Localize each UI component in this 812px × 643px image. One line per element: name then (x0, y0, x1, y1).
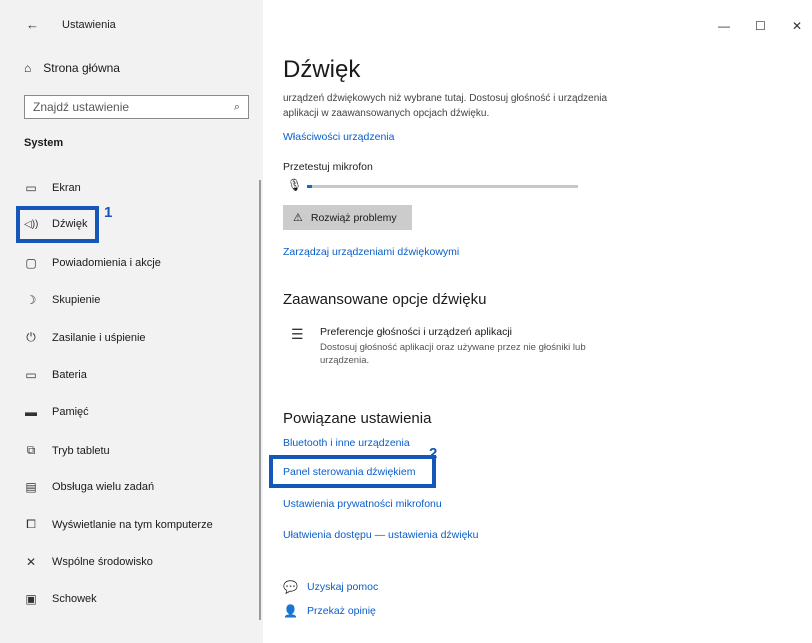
sidebar-item-shared-experiences[interactable]: ✕ Wspólne środowisko (24, 555, 153, 569)
microphone-icon: 🎙 (287, 178, 303, 192)
get-help-link[interactable]: Uzyskaj pomoc (307, 581, 378, 593)
sidebar-item-label: Obsługa wielu zadań (52, 481, 155, 493)
related-settings-heading: Powiązane ustawienia (283, 410, 432, 427)
moon-icon: ☽ (25, 293, 37, 307)
sidebar-item-tablet[interactable]: ⧉ Tryb tabletu (24, 443, 110, 458)
accessibility-sound-link[interactable]: Ułatwienia dostępu — ustawienia dźwięku (283, 529, 479, 541)
page-title: Dźwięk (283, 56, 361, 83)
back-arrow-icon[interactable]: ← (26, 17, 39, 32)
search-icon: ⌕ (233, 100, 240, 113)
projecting-icon: ⧠ (26, 517, 36, 531)
home-label: Strona główna (43, 61, 120, 75)
sidebar-item-label: Tryb tabletu (52, 444, 110, 457)
manage-devices-link[interactable]: Zarządzaj urządzeniami dźwiękowymi (283, 246, 459, 258)
troubleshoot-label: Rozwiąż problemy (310, 211, 397, 224)
advanced-heading: Zaawansowane opcje dźwięku (283, 291, 487, 308)
power-icon: ⏻ (26, 330, 36, 344)
mic-level-fill (307, 185, 312, 188)
app-preferences-description: Dostosuj głośność aplikacji oraz używane… (320, 342, 586, 366)
mic-privacy-link[interactable]: Ustawienia prywatności mikrofonu (283, 498, 442, 510)
window-title: Ustawienia (62, 19, 116, 31)
sidebar-item-label: Bateria (52, 369, 87, 381)
sidebar-item-label: Schowek (52, 593, 97, 605)
mixer-icon[interactable]: ☰ (291, 326, 304, 343)
sidebar-item-display[interactable]: ▭ Ekran (24, 181, 81, 195)
page-description: urządzeń dźwiękowych niż wybrane tutaj. … (283, 93, 608, 119)
callout-number-2: 2 (429, 445, 438, 462)
sidebar-item-storage[interactable]: ▬ Pamięć (24, 405, 89, 419)
device-properties-link[interactable]: Właściwości urządzenia (283, 131, 394, 143)
sidebar-item-label: Powiadomienia i akcje (52, 257, 161, 269)
help-icon: 💬 (283, 580, 298, 594)
sidebar-item-power[interactable]: ⏻ Zasilanie i uśpienie (24, 330, 146, 345)
battery-icon: ▭ (25, 368, 37, 382)
mic-test-label: Przetestuj mikrofon (283, 161, 373, 173)
sidebar-item-label: Wyświetlanie na tym komputerze (52, 518, 213, 531)
sidebar-item-label: Ekran (52, 182, 81, 194)
callout-number-1: 1 (104, 204, 113, 221)
sidebar-item-label: Wspólne środowisko (52, 556, 153, 568)
highlight-box-1 (16, 206, 99, 243)
sidebar-item-label: Zasilanie i uśpienie (52, 331, 146, 344)
main-content: — ☐ ✕ Dźwięk urządzeń dźwiękowych niż wy… (263, 0, 812, 643)
highlight-box-2 (269, 455, 436, 488)
bluetooth-link[interactable]: Bluetooth i inne urządzenia (283, 437, 410, 449)
home-icon: ⌂ (24, 61, 32, 75)
clipboard-icon: ▣ (25, 592, 37, 606)
warning-icon: ⚠ (293, 212, 303, 224)
sidebar-item-multitasking[interactable]: ▤ Obsługa wielu zadań (24, 480, 154, 494)
mic-level-bar (307, 185, 578, 188)
sidebar-item-clipboard[interactable]: ▣ Schowek (24, 592, 97, 606)
multitask-icon: ▤ (25, 480, 37, 494)
sidebar-item-label: Skupienie (52, 294, 101, 306)
maximize-icon[interactable]: ☐ (755, 19, 766, 33)
sidebar-item-focus[interactable]: ☽ Skupienie (24, 293, 101, 307)
notification-icon: ▢ (25, 256, 37, 270)
monitor-icon: ▭ (25, 181, 37, 195)
sidebar: ← Ustawienia ⌂ Strona główna Znajdź usta… (0, 0, 263, 643)
search-input[interactable]: Znajdź ustawienie ⌕ (24, 95, 249, 119)
app-preferences-title[interactable]: Preferencje głośności i urządzeń aplikac… (320, 326, 512, 338)
section-label: System (24, 137, 64, 149)
troubleshoot-button[interactable]: ⚠ Rozwiąż problemy (283, 205, 412, 230)
minimize-icon[interactable]: — (718, 19, 730, 33)
feedback-icon: 👤 (283, 604, 298, 618)
tablet-icon: ⧉ (26, 443, 36, 457)
sidebar-item-projecting[interactable]: ⧠ Wyświetlanie na tym komputerze (24, 517, 213, 532)
feedback-link[interactable]: Przekaż opinię (307, 605, 376, 617)
sidebar-scrollbar[interactable] (259, 180, 261, 620)
home-link[interactable]: ⌂ Strona główna (24, 61, 120, 75)
search-placeholder: Znajdź ustawienie (33, 100, 130, 114)
sidebar-item-notifications[interactable]: ▢ Powiadomienia i akcje (24, 256, 161, 270)
shared-experience-icon: ✕ (25, 555, 37, 569)
storage-icon: ▬ (25, 405, 37, 419)
close-icon[interactable]: ✕ (792, 19, 802, 33)
sidebar-item-label: Pamięć (52, 406, 89, 418)
sidebar-item-battery[interactable]: ▭ Bateria (24, 368, 87, 382)
